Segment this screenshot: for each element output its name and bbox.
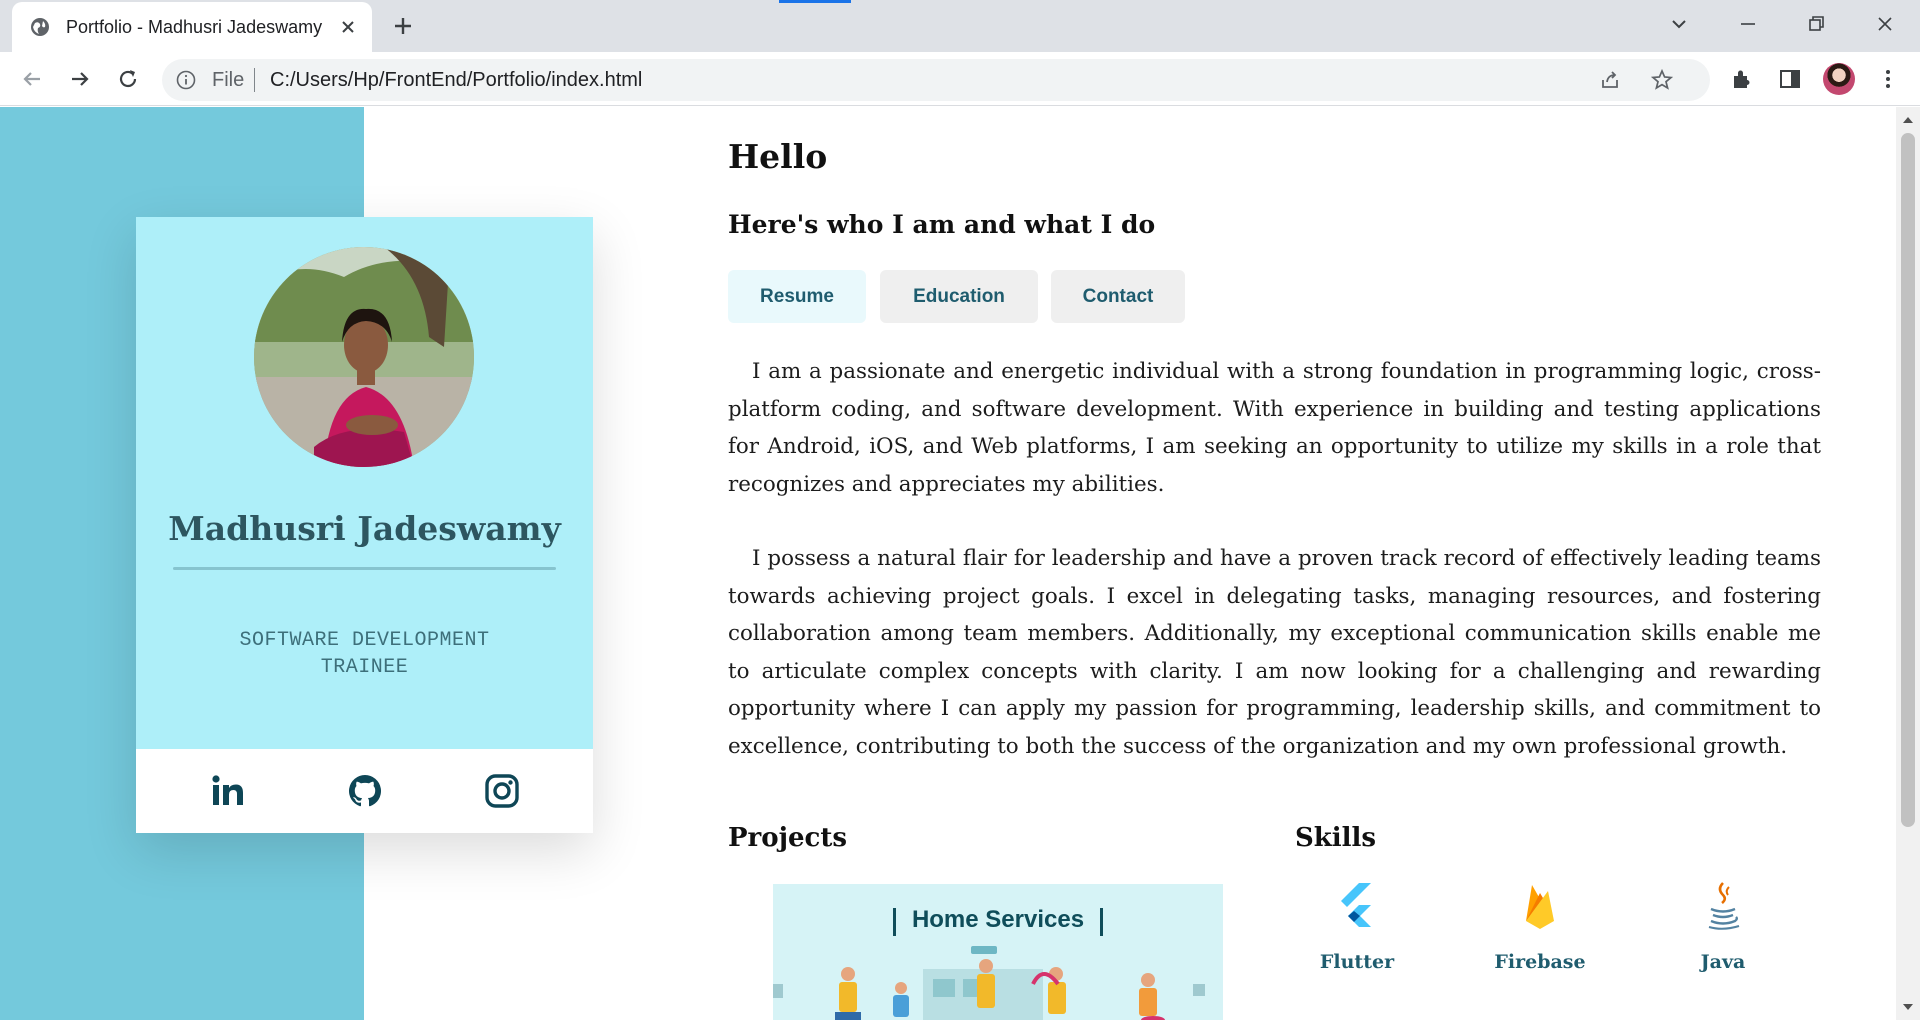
github-icon[interactable] xyxy=(347,773,383,809)
back-icon[interactable] xyxy=(18,65,46,93)
globe-icon xyxy=(31,18,49,36)
tab-resume[interactable]: Resume xyxy=(728,270,866,323)
page-viewport: Madhusri Jadeswamy SOFTWARE DEVELOPMENT … xyxy=(0,107,1896,1020)
scheme-label: File xyxy=(212,69,245,91)
tab-title: Portfolio - Madhusri Jadeswamy xyxy=(66,17,323,37)
address-bar[interactable]: File C:/Users/Hp/FrontEnd/Portfolio/inde… xyxy=(162,59,1710,101)
home-services-illustration xyxy=(773,946,1205,1020)
greeting-heading: Hello xyxy=(728,137,828,176)
name-divider xyxy=(173,567,556,570)
scroll-up-icon[interactable] xyxy=(1902,115,1914,125)
tab-search-icon[interactable] xyxy=(1665,10,1693,38)
side-panel-icon[interactable] xyxy=(1776,65,1804,93)
linkedin-icon[interactable] xyxy=(210,773,246,809)
page-scrollbar[interactable] xyxy=(1896,107,1920,1020)
skill-label: Firebase xyxy=(1494,951,1586,973)
new-tab-icon[interactable] xyxy=(390,13,416,39)
skill-label: Flutter xyxy=(1319,951,1395,973)
java-icon xyxy=(1708,882,1740,930)
firebase-icon xyxy=(1526,885,1554,929)
title-bar-right xyxy=(1100,908,1103,936)
profile-name: Madhusri Jadeswamy xyxy=(168,509,561,548)
minimize-icon[interactable] xyxy=(1734,10,1762,38)
reload-icon[interactable] xyxy=(114,65,142,93)
restore-icon[interactable] xyxy=(1802,10,1830,38)
scroll-down-icon[interactable] xyxy=(1902,1002,1914,1012)
tab-education[interactable]: Education xyxy=(880,270,1038,323)
tab-loading-indicator xyxy=(779,0,851,3)
browser-tab-strip: Portfolio - Madhusri Jadeswamy xyxy=(0,0,1920,52)
job-title: SOFTWARE DEVELOPMENT TRAINEE xyxy=(239,629,490,679)
extensions-icon[interactable] xyxy=(1728,65,1756,93)
profile-avatar[interactable] xyxy=(1823,63,1855,95)
browser-toolbar: File C:/Users/Hp/FrontEnd/Portfolio/inde… xyxy=(0,52,1920,106)
profile-card-body: Madhusri Jadeswamy SOFTWARE DEVELOPMENT … xyxy=(136,217,593,749)
browser-tab[interactable]: Portfolio - Madhusri Jadeswamy xyxy=(12,2,372,52)
skill-label: Java xyxy=(1700,951,1746,973)
share-icon[interactable] xyxy=(1598,68,1622,92)
subheading: Here's who I am and what I do xyxy=(728,210,1156,239)
about-paragraph-2: I possess a natural flair for leadership… xyxy=(728,546,1821,759)
omnibox-divider xyxy=(254,68,255,92)
site-info-icon[interactable] xyxy=(176,70,196,90)
url-text[interactable]: C:/Users/Hp/FrontEnd/Portfolio/index.htm… xyxy=(270,69,642,92)
skills-heading: Skills xyxy=(1295,823,1377,853)
tab-contact[interactable]: Contact xyxy=(1051,270,1185,323)
close-tab-icon[interactable] xyxy=(336,15,360,39)
browser-menu-icon[interactable] xyxy=(1874,65,1902,93)
bookmark-star-icon[interactable] xyxy=(1650,68,1674,92)
instagram-icon[interactable] xyxy=(484,773,520,809)
project-card-home-services[interactable]: Home Services xyxy=(773,884,1223,1020)
project-title: Home Services xyxy=(911,906,1085,933)
about-paragraph-1: I am a passionate and energetic individu… xyxy=(728,359,1821,497)
forward-icon[interactable] xyxy=(66,65,94,93)
close-window-icon[interactable] xyxy=(1871,10,1899,38)
projects-heading: Projects xyxy=(728,823,848,853)
scroll-thumb[interactable] xyxy=(1901,133,1915,827)
flutter-icon xyxy=(1341,883,1371,927)
profile-photo xyxy=(254,247,474,467)
profile-card: Madhusri Jadeswamy SOFTWARE DEVELOPMENT … xyxy=(136,217,593,833)
social-links xyxy=(136,749,593,833)
